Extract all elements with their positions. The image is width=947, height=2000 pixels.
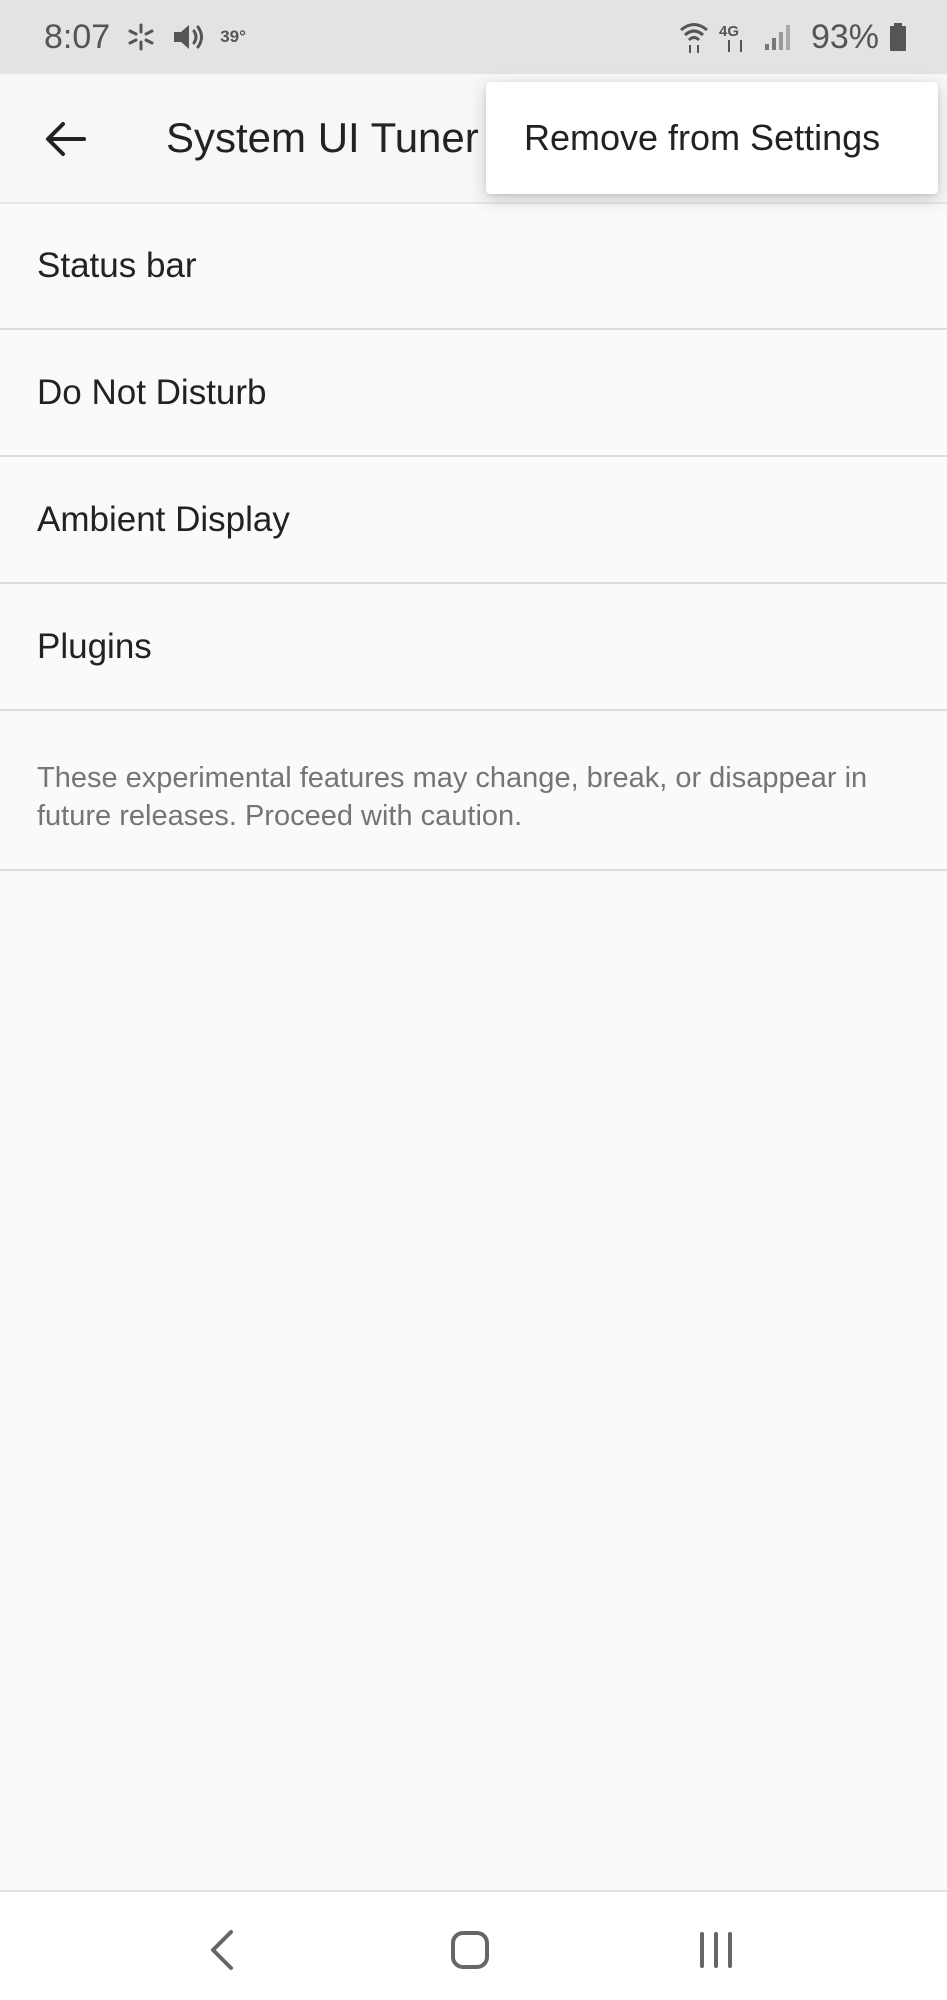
chevron-left-icon xyxy=(207,1928,237,1972)
settings-list: Status bar Do Not Disturb Ambient Displa… xyxy=(0,204,947,871)
recents-icon xyxy=(696,1930,736,1970)
navigation-bar xyxy=(0,1890,947,2000)
status-bar-left: 8:07 39° xyxy=(44,0,246,74)
network-type-label: 4G xyxy=(719,23,739,40)
settings-item-ambient-display[interactable]: Ambient Display xyxy=(0,457,947,584)
back-button[interactable] xyxy=(36,110,94,168)
volume-icon xyxy=(172,22,206,52)
home-icon xyxy=(450,1930,490,1970)
status-temperature: 39° xyxy=(220,27,246,46)
arrow-left-icon xyxy=(44,121,86,157)
page-title: System UI Tuner xyxy=(166,114,479,161)
footer-note: These experimental features may change, … xyxy=(0,711,947,871)
sparkle-icon xyxy=(126,22,156,52)
nav-recents-button[interactable] xyxy=(676,1910,756,1990)
nav-home-button[interactable] xyxy=(430,1910,510,1990)
status-bar: 8:07 39° 4G 93% xyxy=(0,0,947,74)
lte-icon: 4G xyxy=(719,20,753,54)
signal-icon xyxy=(763,22,793,52)
status-bar-right: 4G 93% xyxy=(679,0,907,74)
settings-item-plugins[interactable]: Plugins xyxy=(0,584,947,711)
battery-percent: 93% xyxy=(810,17,879,56)
overflow-menu: Remove from Settings xyxy=(486,82,938,194)
menu-item-remove-from-settings[interactable]: Remove from Settings xyxy=(486,82,938,194)
content-bottom-edge xyxy=(0,1860,947,1890)
nav-back-button[interactable] xyxy=(182,1910,262,1990)
wifi-icon xyxy=(679,20,709,54)
settings-item-do-not-disturb[interactable]: Do Not Disturb xyxy=(0,330,947,457)
battery-icon xyxy=(889,22,907,52)
status-time: 8:07 xyxy=(44,17,111,56)
settings-item-status-bar[interactable]: Status bar xyxy=(0,204,947,330)
